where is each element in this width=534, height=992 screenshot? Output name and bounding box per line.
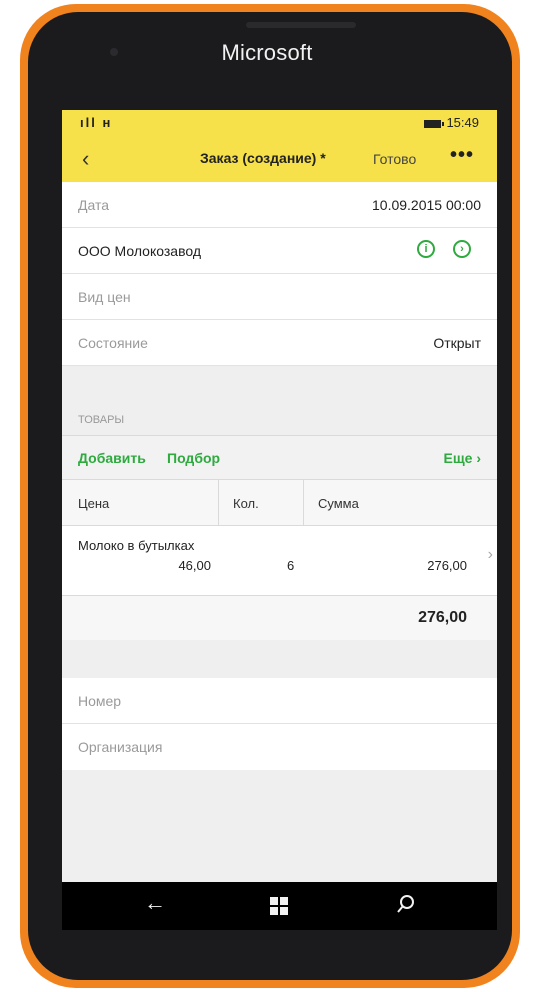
speaker-grille — [246, 22, 356, 28]
windows-logo-icon[interactable] — [270, 897, 288, 915]
search-icon[interactable] — [396, 894, 416, 919]
device-brand: Microsoft — [221, 40, 313, 65]
organization-row[interactable]: Организация — [62, 724, 497, 770]
date-value[interactable]: 10.09.2015 00:00 — [372, 197, 481, 213]
table-header: Цена Кол. Сумма — [62, 480, 497, 526]
more-icon[interactable]: ••• — [450, 144, 474, 167]
organization-label: Организация — [78, 739, 163, 755]
done-button[interactable]: Готово — [373, 151, 416, 167]
product-price: 46,00 — [178, 558, 211, 573]
column-header-sum: Сумма — [318, 496, 359, 511]
column-header-price: Цена — [78, 496, 110, 511]
price-type-label: Вид цен — [78, 289, 131, 305]
status-time: 15:49 — [446, 115, 479, 130]
number-row[interactable]: Номер — [62, 678, 497, 724]
number-label: Номер — [78, 693, 122, 709]
partner-value[interactable]: ООО Молокозавод — [78, 243, 201, 259]
system-nav-bar: ← — [62, 882, 497, 930]
status-bar: ıll н 15:49 — [62, 110, 497, 136]
chevron-right-circle-icon[interactable]: › — [453, 240, 471, 258]
total-row: 276,00 — [62, 596, 497, 640]
column-divider — [218, 480, 219, 526]
app-screen: ıll н 15:49 ‹ Заказ (создание) * Готово … — [62, 110, 497, 882]
state-label: Состояние — [78, 335, 148, 351]
more-button-label: Еще — [443, 450, 473, 466]
chevron-left-icon[interactable]: ‹ — [82, 146, 89, 172]
arrow-left-icon[interactable]: ← — [144, 890, 166, 916]
product-qty: 6 — [287, 558, 295, 573]
bottom-spacer — [62, 770, 497, 882]
column-header-qty: Кол. — [233, 496, 259, 511]
product-name: Молоко в бутылках — [78, 538, 195, 553]
column-divider — [303, 480, 304, 526]
status-right: 15:49 — [424, 115, 479, 130]
battery-icon — [424, 119, 445, 128]
total-sum: 276,00 — [418, 609, 467, 626]
chevron-right-icon: › — [476, 450, 481, 466]
table-row[interactable]: Молоко в бутылках 46,00 6 276,00 › — [62, 526, 497, 596]
date-row[interactable]: Дата 10.09.2015 00:00 — [62, 182, 497, 228]
price-type-row[interactable]: Вид цен — [62, 274, 497, 320]
product-sum: 276,00 — [427, 558, 467, 573]
pick-button[interactable]: Подбор — [167, 450, 220, 466]
add-button[interactable]: Добавить — [78, 450, 146, 466]
page-title: Заказ (создание) * — [200, 150, 326, 166]
chevron-right-icon: › — [487, 546, 493, 563]
signal-indicator: ıll н — [80, 115, 113, 130]
date-label: Дата — [78, 197, 110, 213]
title-bar: ‹ Заказ (создание) * Готово ••• — [62, 136, 497, 182]
section-spacer — [62, 640, 497, 678]
goods-section-label: ТОВАРЫ — [78, 414, 125, 426]
info-circle-icon[interactable]: i — [417, 240, 435, 258]
partner-row[interactable]: ООО Молокозавод i › — [62, 228, 497, 274]
goods-toolbar: Добавить Подбор Еще › — [62, 435, 497, 480]
more-button[interactable]: Еще › — [444, 450, 482, 466]
state-row[interactable]: Состояние Открыт — [62, 320, 497, 366]
section-spacer — [62, 366, 497, 435]
state-value[interactable]: Открыт — [433, 335, 481, 351]
